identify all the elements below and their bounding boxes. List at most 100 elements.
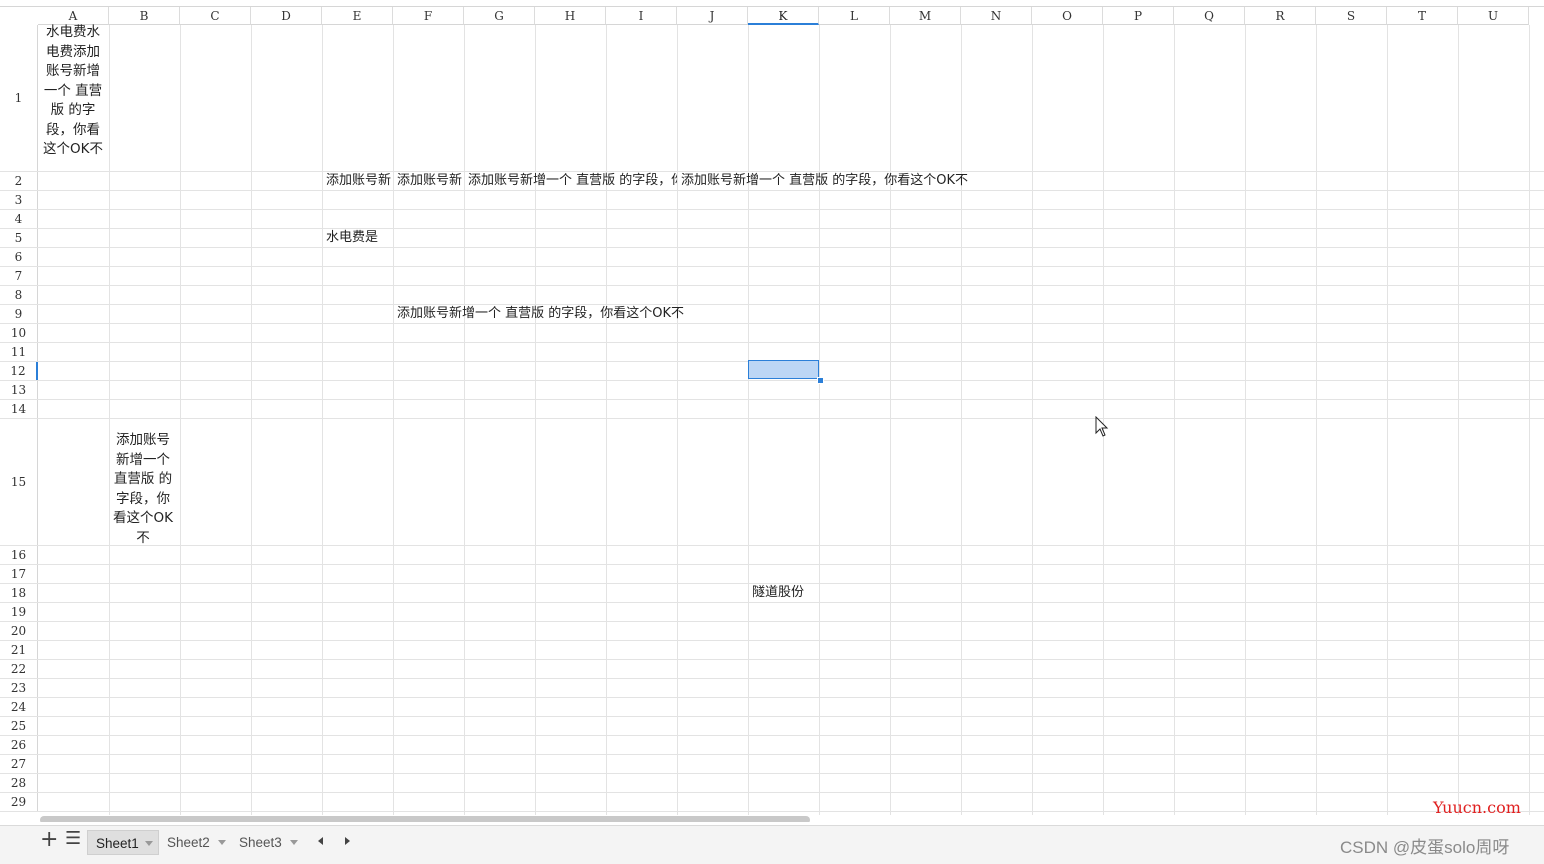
row-gridline <box>0 697 1544 698</box>
chevron-down-icon[interactable] <box>290 840 298 845</box>
row-header-3[interactable]: 3 <box>0 190 38 209</box>
mouse-cursor-icon <box>1095 416 1109 437</box>
column-header-K[interactable]: K <box>748 7 819 25</box>
row-header-8[interactable]: 8 <box>0 285 38 304</box>
tab-sheet2[interactable]: Sheet2 <box>159 830 231 855</box>
author-watermark: CSDN @皮蛋solo周呀 <box>1340 838 1510 857</box>
column-header-G[interactable]: G <box>464 7 535 25</box>
column-header-S[interactable]: S <box>1316 7 1387 25</box>
row-header-14[interactable]: 14 <box>0 399 38 418</box>
cell-K18[interactable]: 隧道股份 <box>752 583 818 602</box>
row-header-10[interactable]: 10 <box>0 323 38 342</box>
tab-label: Sheet2 <box>167 835 210 850</box>
selected-cell-K12[interactable] <box>748 360 819 379</box>
cell-F2[interactable]: 添加账号新 <box>397 171 463 190</box>
tab-sheet3[interactable]: Sheet3 <box>231 830 303 855</box>
cell-E5[interactable]: 水电费是 <box>326 228 392 247</box>
row-header-16[interactable]: 16 <box>0 545 38 564</box>
row-header-22[interactable]: 22 <box>0 659 38 678</box>
row-header-1[interactable]: 1 <box>0 25 38 171</box>
row-header-12[interactable]: 12 <box>0 361 38 380</box>
column-header-F[interactable]: F <box>393 7 464 25</box>
column-header-H[interactable]: H <box>535 7 606 25</box>
cell-B15[interactable]: 添加账号新增一个 直营版 的字段，你看这个OK不 <box>110 431 176 546</box>
column-header-N[interactable]: N <box>961 7 1032 25</box>
cell-E2[interactable]: 添加账号新 <box>326 171 392 190</box>
row-header-23[interactable]: 23 <box>0 678 38 697</box>
cell-A1[interactable]: 水电费水电费添加账号新增一个 直营版 的字段，你看这个OK不 <box>40 23 106 170</box>
row-gridline <box>0 323 1544 324</box>
column-header-B[interactable]: B <box>109 7 180 25</box>
row-header-27[interactable]: 27 <box>0 754 38 773</box>
row-header-18[interactable]: 18 <box>0 583 38 602</box>
spreadsheet-grid[interactable]: ABCDEFGHIJKLMNOPQRSTU 1 2 3 4 5 6 7 8 9 10 11 12 13 1… <box>0 0 1544 822</box>
chevron-down-icon[interactable] <box>218 840 226 845</box>
row-header-15[interactable]: 15 <box>0 418 38 545</box>
row-header-7[interactable]: 7 <box>0 266 38 285</box>
prev-sheet-icon[interactable] <box>318 837 323 845</box>
row-gridline <box>0 640 1544 641</box>
column-header-U[interactable]: U <box>1458 7 1529 25</box>
row-gridline <box>0 621 1544 622</box>
site-watermark: Yuucn.com <box>1433 798 1521 817</box>
column-header-C[interactable]: C <box>180 7 251 25</box>
column-header-E[interactable]: E <box>322 7 393 25</box>
row-header-13[interactable]: 13 <box>0 380 38 399</box>
row-header-21[interactable]: 21 <box>0 640 38 659</box>
row-gridline <box>0 792 1544 793</box>
menu-icon[interactable]: ☰ <box>65 828 81 849</box>
horizontal-scrollbar[interactable] <box>40 816 810 822</box>
cell-F9[interactable]: 添加账号新增一个 直营版 的字段，你看这个OK不 <box>397 304 727 323</box>
plus-icon[interactable]: + <box>40 827 58 852</box>
column-header-J[interactable]: J <box>677 7 748 25</box>
chevron-down-icon[interactable] <box>145 841 153 846</box>
row-gridline <box>0 602 1544 603</box>
row-header-4[interactable]: 4 <box>0 209 38 228</box>
row-gridline <box>0 545 1544 546</box>
column-header-D[interactable]: D <box>251 7 322 25</box>
row-gridline <box>0 304 1544 305</box>
row-gridline <box>0 190 1544 191</box>
row-gridline <box>0 811 1544 812</box>
next-sheet-icon[interactable] <box>345 837 350 845</box>
row-gridline <box>0 209 1544 210</box>
column-header-Q[interactable]: Q <box>1174 7 1245 25</box>
row-gridline <box>0 754 1544 755</box>
row-gridline <box>0 399 1544 400</box>
sheet-tab-bar: + ☰ Sheet1 Sheet2 Sheet3 CSDN @皮蛋solo周呀 <box>0 825 1544 864</box>
row-header-9[interactable]: 9 <box>0 304 38 323</box>
column-header-R[interactable]: R <box>1245 7 1316 25</box>
column-header-T[interactable]: T <box>1387 7 1458 25</box>
row-gridline <box>0 735 1544 736</box>
row-header-29[interactable]: 29 <box>0 792 38 811</box>
row-header-26[interactable]: 26 <box>0 735 38 754</box>
row-header-5[interactable]: 5 <box>0 228 38 247</box>
row-gridline <box>0 659 1544 660</box>
column-header-I[interactable]: I <box>606 7 677 25</box>
row-gridline <box>0 342 1544 343</box>
column-header-P[interactable]: P <box>1103 7 1174 25</box>
row-gridline <box>0 228 1544 229</box>
row-header-17[interactable]: 17 <box>0 564 38 583</box>
row-header-24[interactable]: 24 <box>0 697 38 716</box>
row-header-11[interactable]: 11 <box>0 342 38 361</box>
cell-J2[interactable]: 添加账号新增一个 直营版 的字段，你看这个OK不 <box>681 171 1011 190</box>
row-gridline <box>0 773 1544 774</box>
column-header-M[interactable]: M <box>890 7 961 25</box>
cell-G2[interactable]: 添加账号新增一个 直营版 的字段，你 <box>468 171 677 190</box>
fill-handle[interactable] <box>817 377 824 384</box>
row-header-2[interactable]: 2 <box>0 171 38 190</box>
row-header-6[interactable]: 6 <box>0 247 38 266</box>
row-gridline <box>0 266 1544 267</box>
tab-label: Sheet3 <box>239 835 282 850</box>
row-gridline <box>0 285 1544 286</box>
row-header-19[interactable]: 19 <box>0 602 38 621</box>
row-header-28[interactable]: 28 <box>0 773 38 792</box>
column-header-O[interactable]: O <box>1032 7 1103 25</box>
tab-label: Sheet1 <box>96 836 139 851</box>
row-header-25[interactable]: 25 <box>0 716 38 735</box>
column-header-L[interactable]: L <box>819 7 890 25</box>
row-gridline <box>0 678 1544 679</box>
tab-sheet1[interactable]: Sheet1 <box>87 830 159 855</box>
row-header-20[interactable]: 20 <box>0 621 38 640</box>
